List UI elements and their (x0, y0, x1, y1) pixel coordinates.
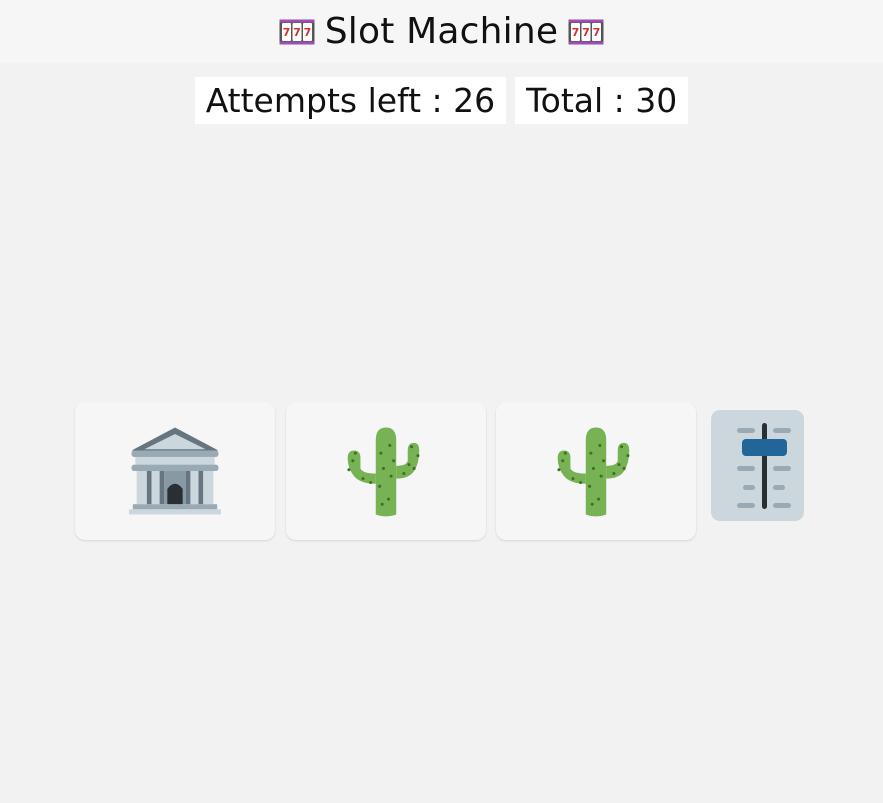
classical-building-icon (129, 427, 221, 515)
cactus-icon (347, 427, 420, 517)
total-counter: Total : 30 (515, 77, 689, 124)
reel-1 (75, 402, 275, 540)
spin-lever-button[interactable] (711, 410, 804, 521)
level-slider-icon (736, 422, 791, 509)
reel-2 (286, 402, 486, 540)
svg-text:7: 7 (572, 26, 580, 39)
stats-bar: Attempts left : 26 Total : 30 (0, 77, 883, 124)
slot-machine-icon: 7 7 7 (279, 19, 315, 45)
svg-text:7: 7 (282, 26, 290, 39)
cactus-icon (557, 427, 630, 517)
svg-text:7: 7 (593, 26, 601, 39)
svg-text:7: 7 (303, 26, 311, 39)
slot-machine-icon: 7 7 7 (568, 19, 604, 45)
app-header: 7 7 7 Slot Machine 7 7 7 (0, 0, 883, 63)
svg-text:7: 7 (293, 26, 301, 39)
svg-text:7: 7 (582, 26, 590, 39)
reel-3 (496, 402, 696, 540)
page-title: Slot Machine (324, 11, 559, 52)
attempts-left-counter: Attempts left : 26 (194, 77, 507, 124)
